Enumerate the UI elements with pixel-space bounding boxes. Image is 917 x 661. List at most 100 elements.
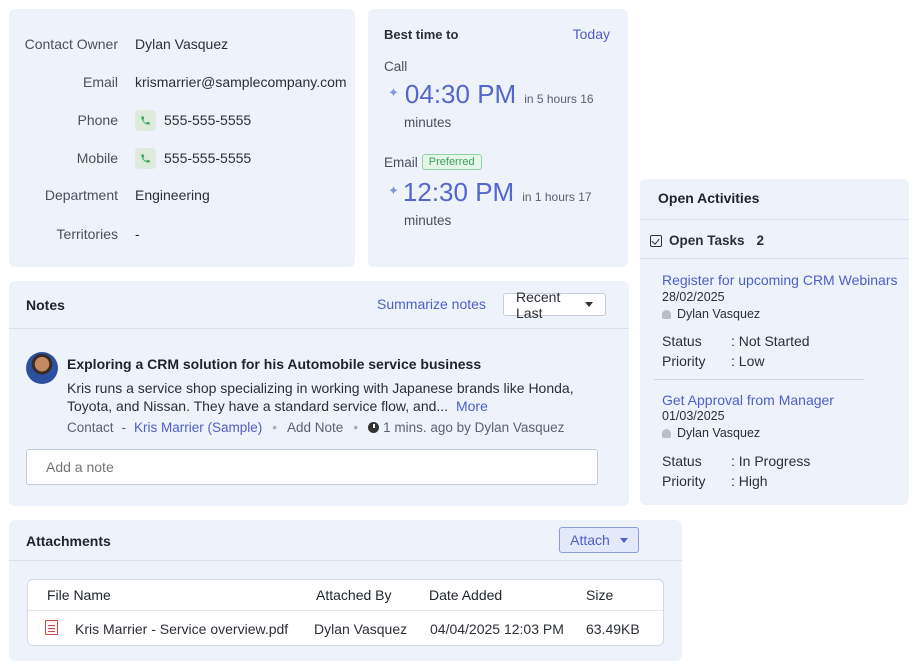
add-note-link[interactable]: Add Note — [287, 420, 343, 435]
task-owner-name: Dylan Vasquez — [677, 307, 761, 321]
task-date: 01/03/2025 — [662, 409, 725, 423]
status-key: Status — [662, 453, 702, 469]
open-activities-title: Open Activities — [658, 190, 760, 206]
star-icon: ✦ — [388, 183, 399, 198]
priority-key: Priority — [662, 473, 706, 489]
priority-value: : Low — [731, 353, 765, 369]
field-label: Territories — [56, 226, 118, 242]
open-activities-card: Open Activities Open Tasks 2 Register fo… — [640, 179, 909, 505]
pdf-file-icon — [45, 620, 58, 635]
column-header[interactable]: Date Added — [429, 587, 502, 603]
call-time: 04:30 PM — [404, 79, 517, 109]
task-owner-name: Dylan Vasquez — [677, 426, 761, 440]
task-checkbox-icon — [650, 234, 662, 247]
note-meta-type: Contact — [67, 420, 114, 435]
attached-by: Dylan Vasquez — [314, 621, 408, 637]
contact-owner-value[interactable]: Dylan Vasquez — [135, 36, 228, 52]
task-status: Status : In Progress — [662, 453, 810, 469]
notes-card: Notes Summarize notes Recent Last Explor… — [9, 281, 629, 506]
divider — [28, 610, 663, 611]
field-phone: Phone 555-555-5555 — [9, 109, 355, 131]
phone-call-icon[interactable] — [135, 147, 156, 169]
best-time-title: Best time to — [384, 27, 459, 42]
separator-dot: • — [353, 420, 359, 435]
attachments-card: Attachments Attach File Name Attached By… — [9, 520, 682, 661]
task-title-link[interactable]: Get Approval from Manager — [662, 392, 834, 408]
today-link[interactable]: Today — [573, 26, 610, 42]
contact-details-card: Contact Owner Dylan Vasquez Email krisma… — [9, 9, 355, 267]
phone-number[interactable]: 555-555-5555 — [164, 112, 251, 128]
note-text: Kris runs a service shop specializing in… — [67, 380, 574, 414]
task-owner: Dylan Vasquez — [662, 426, 760, 440]
attachments-table: File Name Attached By Date Added Size Kr… — [27, 579, 664, 646]
add-note-input[interactable] — [26, 449, 598, 485]
department-value[interactable]: Engineering — [135, 187, 210, 203]
note-meta-separator: - — [121, 420, 127, 435]
open-tasks-count: 2 — [756, 233, 765, 248]
email-time-unit: minutes — [404, 213, 452, 228]
mobile-number[interactable]: 555-555-5555 — [164, 150, 251, 166]
call-time-remaining: in 5 hours 16 — [524, 92, 594, 106]
best-time-card: Best time to Today Call ✦ 04:30 PM in 5 … — [368, 9, 628, 267]
note-contact-link[interactable]: Kris Marrier (Sample) — [134, 420, 262, 435]
field-label: Phone — [77, 112, 118, 128]
file-size: 63.49KB — [586, 621, 640, 637]
user-icon — [662, 428, 671, 438]
status-value: : In Progress — [731, 453, 811, 469]
status-key: Status — [662, 333, 702, 349]
priority-value: : High — [731, 473, 768, 489]
task-priority: Priority : High — [662, 473, 768, 489]
column-header[interactable]: Attached By — [316, 587, 392, 603]
email-time-row: ✦ 12:30 PM in 1 hours 17 — [388, 177, 592, 208]
field-mobile: Mobile 555-555-5555 — [9, 147, 355, 169]
priority-key: Priority — [662, 353, 706, 369]
file-name-link[interactable]: Kris Marrier - Service overview.pdf — [75, 621, 288, 637]
notes-sort-dropdown[interactable]: Recent Last — [503, 289, 606, 321]
star-icon: ✦ — [388, 85, 399, 100]
task-priority: Priority : Low — [662, 353, 764, 369]
divider — [9, 328, 629, 329]
attach-label: Attach — [570, 532, 610, 548]
field-department: Department Engineering — [9, 184, 355, 206]
summarize-notes-link[interactable]: Summarize notes — [377, 296, 486, 312]
open-tasks-header[interactable]: Open Tasks 2 — [650, 233, 764, 248]
mobile-value: 555-555-5555 — [135, 147, 251, 169]
task-title-link[interactable]: Register for upcoming CRM Webinars — [662, 272, 898, 288]
avatar — [26, 352, 58, 384]
column-header[interactable]: Size — [586, 587, 613, 603]
call-time-unit: minutes — [404, 115, 452, 130]
email-row: Email Preferred — [384, 154, 482, 170]
call-time-row: ✦ 04:30 PM in 5 hours 16 — [388, 79, 594, 110]
note-meta: Contact - Kris Marrier (Sample) • Add No… — [67, 420, 564, 435]
user-icon — [662, 309, 671, 319]
email-link[interactable]: krismarrier@samplecompany.com — [135, 74, 347, 90]
more-link[interactable]: More — [456, 398, 488, 414]
phone-call-icon[interactable] — [135, 109, 156, 131]
notes-title: Notes — [26, 297, 65, 313]
field-label: Department — [44, 187, 118, 203]
note-title[interactable]: Exploring a CRM solution for his Automob… — [67, 356, 481, 372]
territories-value[interactable]: - — [135, 226, 140, 242]
divider — [654, 379, 864, 380]
field-email: Email krismarrier@samplecompany.com — [9, 71, 355, 93]
sort-label: Recent Last — [516, 288, 561, 321]
field-contact-owner: Contact Owner Dylan Vasquez — [9, 33, 355, 55]
call-label: Call — [384, 59, 408, 74]
column-header[interactable]: File Name — [47, 587, 111, 603]
email-time: 12:30 PM — [402, 177, 515, 207]
preferred-badge: Preferred — [421, 154, 482, 170]
email-time-remaining: in 1 hours 17 — [522, 190, 592, 204]
attach-button[interactable]: Attach — [559, 527, 639, 553]
note-time: 1 mins. ago by Dylan Vasquez — [383, 420, 565, 435]
task-owner: Dylan Vasquez — [662, 307, 760, 321]
divider — [9, 560, 682, 561]
task-date: 28/02/2025 — [662, 290, 725, 304]
field-label: Contact Owner — [24, 36, 118, 52]
attachments-title: Attachments — [26, 533, 111, 549]
separator-dot: • — [272, 420, 278, 435]
chevron-down-icon — [619, 537, 628, 543]
phone-value: 555-555-5555 — [135, 109, 251, 131]
field-territories: Territories - — [9, 223, 355, 245]
field-label: Mobile — [76, 150, 118, 166]
divider — [640, 219, 909, 220]
